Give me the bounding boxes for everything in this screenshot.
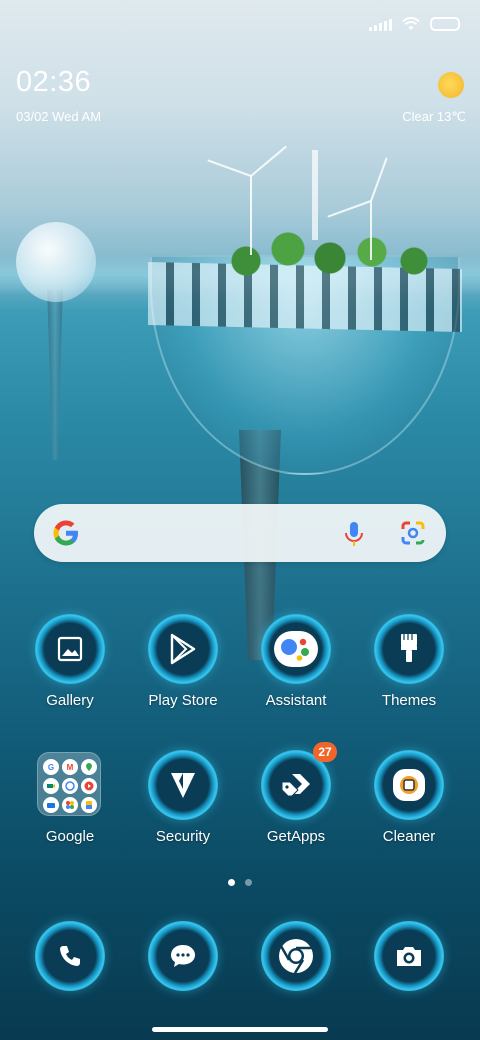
page-dot-active <box>228 879 235 886</box>
app-cleaner[interactable]: Cleaner <box>354 750 464 860</box>
app-label: Security <box>155 828 211 845</box>
microphone-icon[interactable] <box>342 520 366 548</box>
app-label: Google <box>45 828 95 845</box>
weather-text[interactable]: Clear 13℃ <box>402 109 466 125</box>
youtube-icon <box>81 778 97 794</box>
phone-icon <box>35 921 105 991</box>
sun-icon[interactable] <box>438 72 464 98</box>
security-shield-icon <box>148 750 218 820</box>
app-label: Gallery <box>46 692 94 709</box>
folder-item-google: G <box>43 759 59 775</box>
dock-phone[interactable] <box>15 921 125 1031</box>
files-icon <box>81 797 97 813</box>
dock-messages[interactable] <box>128 921 238 1031</box>
wallpaper-windmill-blade <box>250 145 287 177</box>
app-getapps[interactable]: 27 GetApps <box>241 742 351 860</box>
google-g-icon <box>53 520 78 546</box>
wallpaper-dome <box>16 222 96 302</box>
wallpaper-windmill-blade <box>370 157 388 202</box>
clock-time[interactable]: 02:36 <box>16 66 91 99</box>
wallpaper-island-rim <box>148 262 462 332</box>
google-lens-icon[interactable] <box>400 520 426 546</box>
page-indicator[interactable] <box>228 879 252 886</box>
music-icon <box>62 778 78 794</box>
app-folder-google[interactable]: G M Google <box>15 750 125 860</box>
play-store-icon <box>148 614 218 684</box>
meet-icon <box>43 778 59 794</box>
wallpaper-dome-stem <box>47 290 63 460</box>
app-label: Play Store <box>148 692 218 709</box>
app-themes[interactable]: Themes <box>354 614 464 724</box>
cleaner-icon <box>374 750 444 820</box>
status-bar <box>369 14 460 34</box>
gesture-home-bar[interactable] <box>152 1027 328 1032</box>
photos-icon <box>62 797 78 813</box>
google-folder-icon: G M <box>37 752 101 816</box>
wallpaper-bowl-island <box>150 255 460 475</box>
page-dot <box>245 879 252 886</box>
dock-chrome[interactable] <box>241 921 351 1031</box>
gallery-icon <box>35 614 105 684</box>
wallpaper-windmill-blade <box>327 200 372 218</box>
clock-date[interactable]: 03/02 Wed AM <box>16 109 101 124</box>
messages-icon <box>148 921 218 991</box>
wallpaper-lighthouse <box>312 150 318 240</box>
wallpaper-windmill-pole <box>250 175 252 255</box>
themes-brush-icon <box>374 614 444 684</box>
chrome-icon <box>261 921 331 991</box>
camera-icon <box>374 921 444 991</box>
maps-icon <box>81 759 97 775</box>
duo-icon <box>43 797 59 813</box>
app-play-store[interactable]: Play Store <box>128 614 238 724</box>
dock-camera[interactable] <box>354 921 464 1031</box>
app-label: Assistant <box>265 692 327 709</box>
app-assistant[interactable]: Assistant <box>241 614 351 724</box>
assistant-icon <box>261 614 331 684</box>
wallpaper-windmill-blade <box>207 159 252 177</box>
app-security[interactable]: Security <box>128 750 238 860</box>
app-label: GetApps <box>266 828 326 845</box>
battery-icon <box>430 17 460 31</box>
wallpaper-trees <box>225 225 435 285</box>
notification-badge: 27 <box>313 742 337 762</box>
folder-item-gmail: M <box>62 759 78 775</box>
app-gallery[interactable]: Gallery <box>15 614 125 724</box>
wifi-icon <box>402 17 420 30</box>
wallpaper-windmill-pole <box>370 200 372 260</box>
wallpaper-horizon <box>0 255 480 295</box>
cellular-signal-icon <box>369 17 392 31</box>
google-search-bar[interactable] <box>34 504 446 562</box>
app-label: Themes <box>381 692 437 709</box>
app-label: Cleaner <box>382 828 436 845</box>
